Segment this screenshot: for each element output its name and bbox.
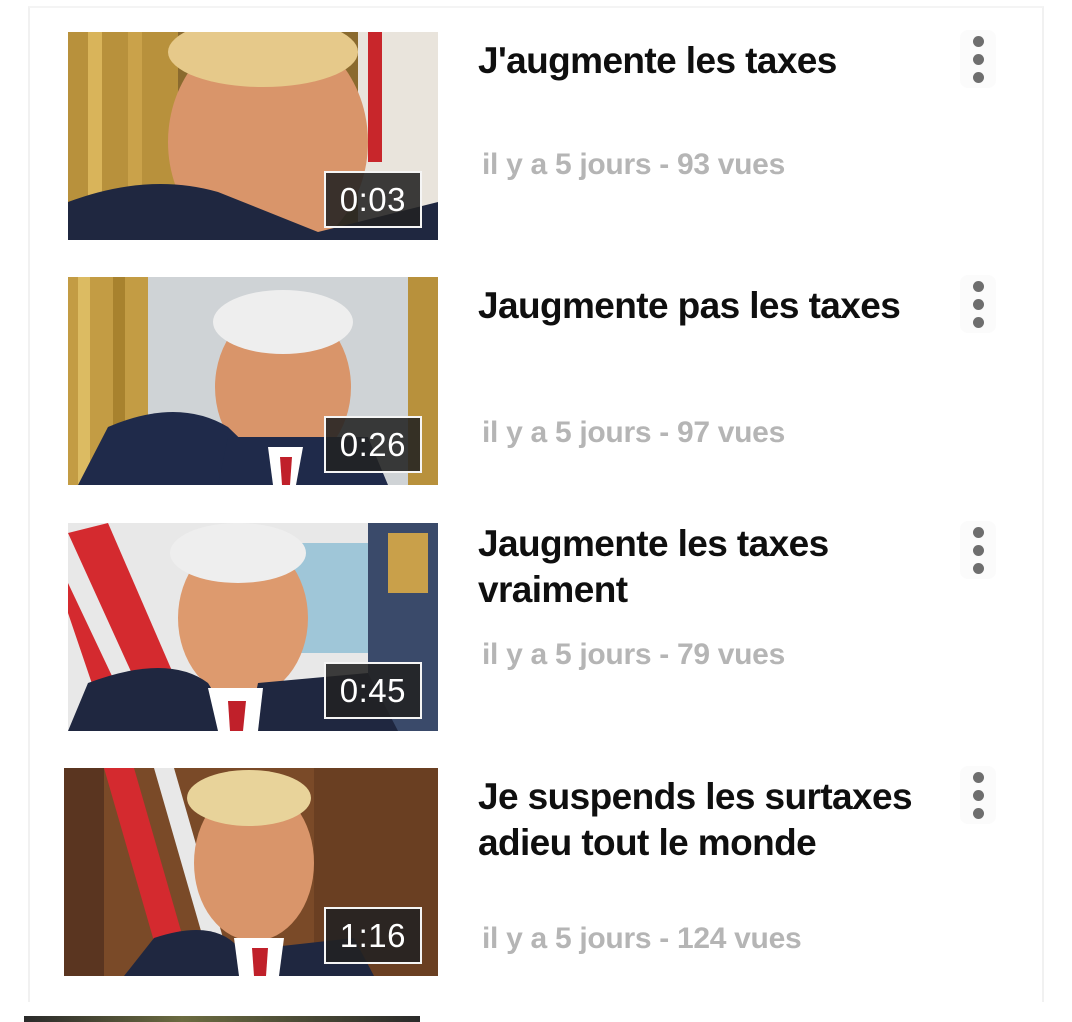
video-item[interactable]: 0:26 Jaugmente pas les taxes il y a 5 jo… (30, 253, 1042, 485)
video-meta: il y a 5 jours - 124 vues (482, 922, 802, 955)
duration-badge: 0:03 (323, 171, 422, 228)
more-vert-icon[interactable] (960, 30, 996, 88)
more-vert-icon[interactable] (960, 766, 996, 824)
duration-badge: 0:45 (323, 662, 422, 719)
video-title[interactable]: Jaugmente pas les taxes (478, 283, 948, 329)
video-title[interactable]: J'augmente les taxes (478, 38, 948, 84)
video-thumbnail[interactable]: 0:45 (68, 523, 438, 731)
video-meta: il y a 5 jours - 79 vues (482, 638, 785, 671)
video-list: 0:03 J'augmente les taxes il y a 5 jours… (28, 6, 1044, 1002)
duration-badge: 1:16 (323, 907, 422, 964)
video-title[interactable]: Jaugmente les taxes vraiment (478, 521, 948, 613)
video-meta: il y a 5 jours - 93 vues (482, 148, 785, 181)
video-item[interactable]: 0:03 J'augmente les taxes il y a 5 jours… (30, 8, 1042, 240)
video-thumbnail[interactable]: 1:16 (64, 768, 438, 976)
next-item-edge (24, 1016, 420, 1022)
video-thumbnail[interactable]: 0:03 (68, 32, 438, 240)
video-item[interactable]: 1:16 Je suspends les surtaxes adieu tout… (30, 744, 1042, 976)
more-vert-icon[interactable] (960, 275, 996, 333)
video-title[interactable]: Je suspends les surtaxes adieu tout le m… (478, 774, 948, 866)
video-item[interactable]: 0:45 Jaugmente les taxes vraiment il y a… (30, 499, 1042, 731)
video-thumbnail[interactable]: 0:26 (68, 277, 438, 485)
duration-badge: 0:26 (323, 416, 422, 473)
video-meta: il y a 5 jours - 97 vues (482, 416, 785, 449)
more-vert-icon[interactable] (960, 521, 996, 579)
